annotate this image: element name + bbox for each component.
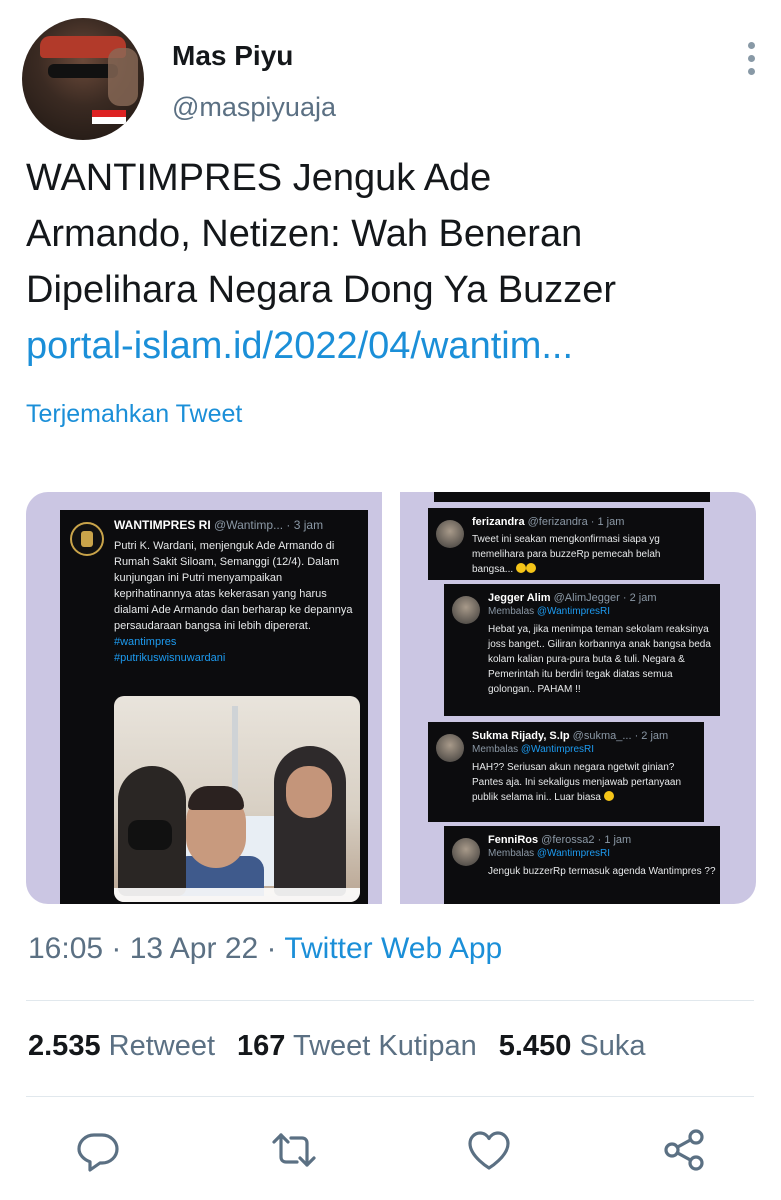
reply-card: Sukma Rijady, S.Ip @sukma_... · 2 jam Me… [428, 722, 704, 822]
tweet-header: Mas Piyu @maspiyuaja [22, 18, 762, 140]
reply-card: Jegger Alim @AlimJegger · 2 jam Membalas… [444, 584, 720, 716]
replying-to: @WantimpresRI [536, 606, 611, 617]
replying-label: Membalas [472, 744, 521, 755]
tweet-link[interactable]: portal-islam.id/2022/04/wantim... [26, 318, 766, 374]
retweet-count-link[interactable]: 2.535 Retweet [28, 1030, 215, 1062]
reply-username: FenniRos [488, 834, 539, 846]
replying-label: Membalas [488, 848, 537, 859]
quote-count-link[interactable]: 167 Tweet Kutipan [237, 1030, 477, 1062]
emoji-icon [515, 563, 526, 573]
source-app-link[interactable]: Twitter Web App [284, 932, 502, 965]
tweet-media[interactable]: WANTIMPRES RI @Wantimp... · 3 jam Putri … [26, 492, 756, 904]
media-image-right[interactable]: ferizandra @ferizandra · 1 jam Tweet ini… [400, 492, 756, 904]
reply-username: ferizandra [472, 516, 525, 528]
author-handle[interactable]: @maspiyuaja [172, 92, 336, 123]
retweet-icon[interactable] [270, 1126, 318, 1174]
reply-text: Jenguk buzzerRp termasuk agenda Wantimpr… [488, 866, 716, 877]
author-name[interactable]: Mas Piyu [172, 40, 293, 72]
reply-avatar [436, 734, 464, 762]
share-icon[interactable] [660, 1126, 708, 1174]
tweet-text-line: Armando, Netizen: Wah Beneran [26, 213, 583, 255]
reply-icon[interactable] [74, 1126, 122, 1174]
reply-username: Jegger Alim [488, 592, 551, 604]
emoji-icon [525, 563, 536, 573]
embedded-username: WANTIMPRES RI [114, 518, 211, 532]
avatar[interactable] [22, 18, 144, 140]
hospital-photo [114, 696, 360, 902]
reply-meta: @AlimJegger · 2 jam [550, 592, 657, 604]
reply-text: Tweet ini seakan mengkonfirmasi siapa yg… [472, 534, 661, 575]
embedded-body: Putri K. Wardani, menjenguk Ade Armando … [114, 540, 353, 632]
tweet-timestamp: 16:05 · 13 Apr 22 · Twitter Web App [28, 932, 503, 965]
reply-text: HAH?? Seriusan akun negara ngetwit ginia… [472, 762, 682, 803]
reply-avatar [452, 596, 480, 624]
embedded-tweet-card: WANTIMPRES RI @Wantimp... · 3 jam Putri … [60, 510, 368, 904]
divider [26, 1000, 754, 1001]
reply-text: Hebat ya, jika menimpa teman sekolam rea… [488, 624, 711, 695]
tweet-actions [0, 1118, 781, 1182]
tweet-time[interactable]: 16:05 [28, 932, 103, 965]
embedded-meta: @Wantimp... · 3 jam [210, 518, 324, 532]
reply-avatar [452, 838, 480, 866]
tweet-stats: 2.535 Retweet 167 Tweet Kutipan 5.450 Suka [28, 1030, 646, 1063]
translate-tweet-link[interactable]: Terjemahkan Tweet [26, 400, 242, 429]
reply-meta: @ferizandra · 1 jam [524, 516, 625, 528]
like-count-link[interactable]: 5.450 Suka [499, 1030, 646, 1062]
reply-avatar [436, 520, 464, 548]
reply-card: FenniRos @ferossa2 · 1 jam Membalas @Wan… [444, 826, 720, 904]
replying-to: @WantimpresRI [536, 848, 611, 859]
tweet-text: WANTIMPRES Jenguk Ade Armando, Netizen: … [26, 150, 766, 374]
replying-to: @WantimpresRI [520, 744, 595, 755]
embedded-hashtag: #wantimpres [114, 636, 177, 648]
divider [26, 1096, 754, 1097]
reply-card: ferizandra @ferizandra · 1 jam Tweet ini… [428, 508, 704, 580]
tweet-text-line: WANTIMPRES Jenguk Ade [26, 157, 492, 199]
reply-meta: @ferossa2 · 1 jam [538, 834, 632, 846]
more-vertical-icon[interactable] [744, 42, 758, 86]
reply-meta: @sukma_... · 2 jam [569, 730, 669, 742]
media-image-left[interactable]: WANTIMPRES RI @Wantimp... · 3 jam Putri … [26, 492, 382, 904]
tweet-date[interactable]: 13 Apr 22 [130, 932, 258, 965]
reply-card-cropped [434, 492, 710, 502]
wantimpres-logo-icon [70, 522, 104, 556]
heart-icon[interactable] [465, 1126, 513, 1174]
embedded-hashtag: #putrikuswisnuwardani [114, 652, 226, 664]
reply-username: Sukma Rijady, S.Ip [472, 730, 570, 742]
tweet-text-line: Dipelihara Negara Dong Ya Buzzer [26, 269, 617, 311]
emoji-icon [603, 791, 614, 801]
replying-label: Membalas [488, 606, 537, 617]
